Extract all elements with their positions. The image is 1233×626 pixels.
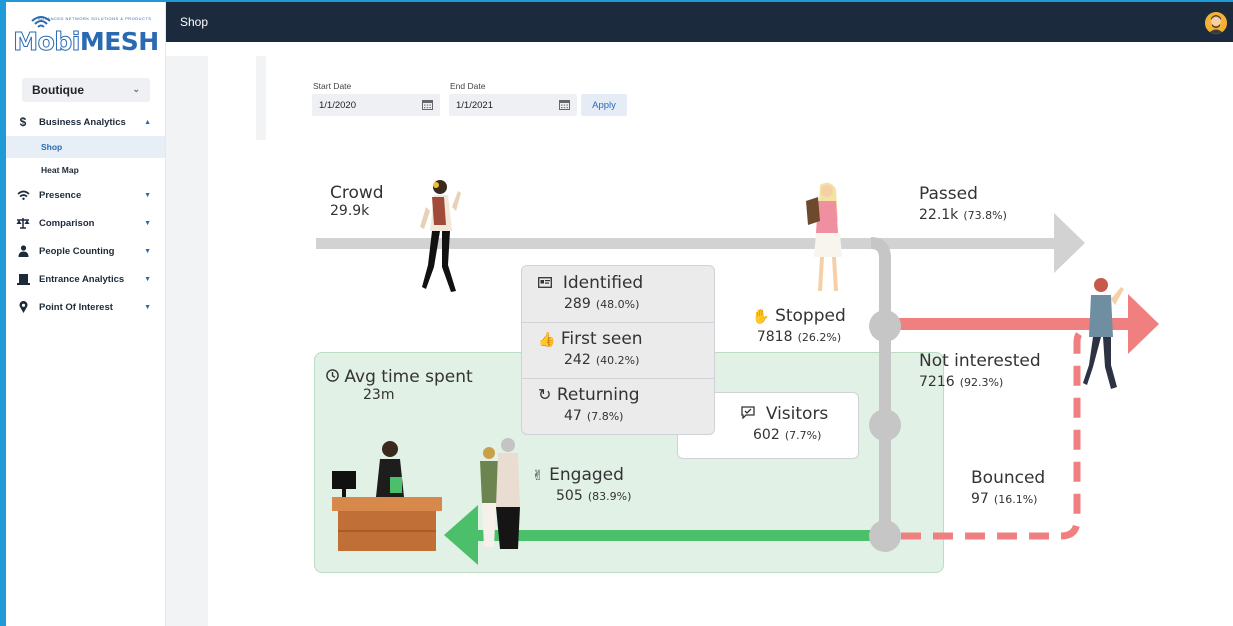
stopped-label: Stopped [775, 306, 846, 326]
not-interested-value: 7216 [919, 374, 955, 390]
returning-value: 47 [564, 408, 582, 424]
identified-pct: (48.0%) [595, 298, 640, 311]
brand-name: MobiMESH [13, 26, 159, 56]
nav-comparison[interactable]: Comparison ▼ [6, 210, 165, 236]
first-seen-label: First seen [560, 329, 643, 349]
entrance-icon [16, 273, 30, 285]
nav-entrance-analytics-label: Entrance Analytics [39, 273, 125, 285]
chat-check-icon [741, 404, 755, 424]
scale-icon [16, 217, 30, 229]
passed-pct: (73.8%) [963, 209, 1007, 222]
avg-time-value: 23m [363, 387, 395, 403]
returning-label: Returning [556, 385, 640, 405]
avg-time-stat: Avg time spent 23m [326, 367, 473, 403]
visitors-junction [869, 409, 901, 441]
identified-value: 289 [564, 296, 591, 312]
site-select-value: Boutique [32, 83, 84, 97]
user-avatar-icon[interactable] [1205, 12, 1227, 34]
engaged-value: 505 [556, 488, 583, 504]
crowd-label: Crowd [330, 183, 384, 203]
page-title: Shop [180, 15, 209, 29]
stopped-pct: (26.2%) [797, 331, 842, 344]
couple-illustration [480, 438, 520, 549]
engaged-pct: (83.9%) [587, 490, 632, 503]
bounced-value: 97 [971, 491, 989, 507]
avg-time-label: Avg time spent [344, 367, 473, 387]
main-content: Start Date 1/1/2020 End Date 1/1/2021 Ap… [166, 42, 1233, 626]
engaged-arrow-head [444, 505, 478, 565]
chevron-down-icon: ⌄ [132, 84, 140, 94]
wifi-icon [16, 190, 30, 200]
identified-stat: Identified 289 (48.0%) [538, 273, 643, 312]
dollar-icon: $ [19, 115, 27, 129]
not-interested-arrow-head [1128, 294, 1159, 354]
walking-man-phone-illustration [1083, 278, 1124, 389]
not-interested-stat: Not interested 7216 (92.3%) [919, 351, 1041, 390]
not-interested-label: Not interested [919, 351, 1041, 371]
returning-stat: ↻ Returning 47 (7.8%) [538, 385, 640, 424]
brand-tagline: ADVANCED NETWORK SOLUTIONS & PRODUCTS [38, 16, 152, 21]
clock-icon [326, 367, 339, 387]
hand-icon: ✋ [752, 309, 770, 325]
caret-down-icon: ▼ [144, 303, 151, 311]
visitors-label: Visitors [765, 404, 829, 424]
visitors-value: 602 [753, 427, 780, 443]
nav-people-counting-label: People Counting [39, 245, 115, 257]
nav-people-counting[interactable]: People Counting ▼ [6, 238, 165, 264]
engaged-label: Engaged [549, 465, 624, 485]
passed-value: 22.1k [919, 207, 959, 223]
stopped-stat: ✋ Stopped 7818 (26.2%) [744, 306, 854, 345]
not-interested-pct: (92.3%) [959, 376, 1004, 389]
id-card-icon [538, 273, 552, 293]
caret-down-icon: ▼ [144, 191, 151, 199]
nav-business-analytics[interactable]: $ Business Analytics ▲ [6, 109, 165, 135]
engaged-flow-line [476, 530, 886, 541]
first-seen-stat: 👍 First seen 242 (40.2%) [538, 329, 643, 368]
nav-point-of-interest[interactable]: Point Of Interest ▼ [6, 294, 165, 320]
shop-counter-illustration [332, 441, 442, 551]
nav-sub-heat-map[interactable]: Heat Map [6, 159, 165, 181]
nav-business-analytics-label: Business Analytics [39, 116, 126, 128]
returning-pct: (7.8%) [586, 410, 624, 423]
passed-stat: Passed 22.1k (73.8%) [919, 184, 1007, 223]
stopped-junction [869, 310, 901, 342]
brand-logo[interactable]: ADVANCED NETWORK SOLUTIONS & PRODUCTS Mo… [6, 2, 166, 64]
handshake-icon: ✌ [532, 468, 544, 484]
nav-comparison-label: Comparison [39, 217, 95, 229]
passed-arrow-head [1054, 213, 1085, 273]
nav-entrance-analytics[interactable]: Entrance Analytics ▼ [6, 266, 165, 292]
first-seen-value: 242 [564, 352, 591, 368]
bounced-stat: Bounced 97 (16.1%) [971, 468, 1045, 507]
nav-presence-label: Presence [39, 189, 82, 201]
engaged-junction [869, 520, 901, 552]
map-pin-icon [16, 301, 30, 313]
woman-with-shopping-bag-illustration [806, 182, 842, 291]
person-icon [16, 245, 30, 257]
nav-point-of-interest-label: Point Of Interest [39, 301, 113, 313]
walking-person-illustration [420, 180, 461, 292]
nav-sub-shop[interactable]: Shop [6, 136, 165, 158]
crowd-stat: Crowd 29.9k [330, 183, 384, 219]
bounced-label: Bounced [971, 468, 1046, 488]
crowd-value: 29.9k [330, 203, 370, 219]
refresh-icon: ↻ [538, 385, 552, 404]
identified-label: Identified [562, 273, 644, 293]
stopped-value: 7818 [756, 329, 793, 345]
nav-presence[interactable]: Presence ▼ [6, 182, 165, 208]
bounced-pct: (16.1%) [993, 493, 1038, 506]
visitors-pct: (7.7%) [784, 429, 822, 442]
caret-down-icon: ▼ [144, 247, 151, 255]
stopped-connector [870, 237, 891, 536]
top-bar: Shop [166, 2, 1233, 42]
sidebar: ADVANCED NETWORK SOLUTIONS & PRODUCTS Mo… [6, 2, 166, 626]
site-select[interactable]: Boutique ⌄ [22, 78, 150, 102]
first-seen-pct: (40.2%) [595, 354, 640, 367]
thumb-icon: 👍 [538, 332, 556, 348]
caret-up-icon: ▲ [144, 118, 151, 126]
visitors-stat: Visitors 602 (7.7%) [741, 404, 828, 443]
passed-label: Passed [919, 184, 978, 204]
caret-down-icon: ▼ [144, 275, 151, 283]
engaged-stat: ✌ Engaged 505 (83.9%) [532, 465, 631, 504]
caret-down-icon: ▼ [144, 219, 151, 227]
